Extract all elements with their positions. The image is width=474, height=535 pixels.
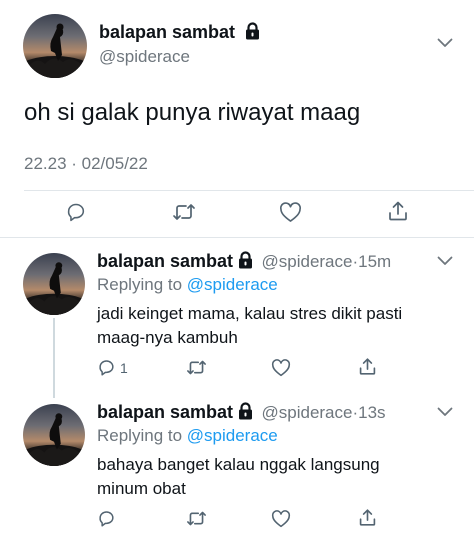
author-name[interactable]: balapan sambat bbox=[99, 22, 261, 43]
reply-icon bbox=[65, 201, 87, 223]
retweet-icon bbox=[186, 358, 207, 377]
author-name[interactable]: balapan sambat bbox=[97, 251, 233, 271]
replying-to: Replying to @spiderace bbox=[97, 275, 278, 294]
reply-count: 1 bbox=[120, 359, 128, 376]
reply-button[interactable]: 1 bbox=[97, 358, 128, 377]
thread-line bbox=[53, 318, 55, 398]
reply-text: bahaya banget kalau nggak langsung minum… bbox=[97, 455, 380, 498]
share-button[interactable] bbox=[358, 508, 377, 527]
author-name[interactable]: balapan sambat bbox=[97, 402, 233, 422]
reply-time[interactable]: 13s bbox=[358, 403, 385, 422]
replying-to-handle[interactable]: @spiderace bbox=[187, 426, 278, 445]
like-button[interactable] bbox=[271, 359, 291, 377]
share-icon bbox=[358, 508, 377, 527]
like-button[interactable] bbox=[279, 202, 302, 223]
like-button[interactable] bbox=[271, 510, 291, 528]
reply-header: balapan sambat @spiderace·13s bbox=[97, 402, 386, 423]
avatar[interactable] bbox=[23, 14, 87, 78]
chevron-down-icon[interactable] bbox=[437, 38, 453, 48]
tweet-text: oh si galak punya riwayat maag bbox=[24, 99, 361, 126]
replying-to-handle[interactable]: @spiderace bbox=[187, 275, 278, 294]
divider bbox=[0, 237, 474, 238]
chevron-down-icon[interactable] bbox=[437, 256, 453, 266]
lock-icon bbox=[237, 402, 254, 420]
reply-icon bbox=[97, 509, 116, 528]
retweet-icon bbox=[172, 201, 196, 223]
retweet-button[interactable] bbox=[186, 358, 207, 377]
tweet-timestamp[interactable]: 22.23 · 02/05/22 bbox=[24, 154, 148, 174]
retweet-button[interactable] bbox=[186, 509, 207, 528]
author-handle[interactable]: @spiderace bbox=[99, 47, 190, 67]
avatar[interactable] bbox=[23, 404, 85, 466]
like-icon bbox=[271, 359, 291, 377]
reply-time[interactable]: 15m bbox=[358, 252, 391, 271]
retweet-button[interactable] bbox=[172, 201, 196, 223]
share-button[interactable] bbox=[387, 200, 409, 222]
reply-icon bbox=[97, 358, 116, 377]
share-icon bbox=[387, 200, 409, 222]
reply-button[interactable] bbox=[65, 201, 87, 223]
share-icon bbox=[358, 357, 377, 376]
reply-text: jadi keinget mama, kalau stres dikit pas… bbox=[97, 304, 403, 347]
like-icon bbox=[271, 510, 291, 528]
divider bbox=[24, 190, 474, 191]
chevron-down-icon[interactable] bbox=[437, 407, 453, 417]
reply-button[interactable] bbox=[97, 509, 116, 528]
like-icon bbox=[279, 202, 302, 223]
retweet-icon bbox=[186, 509, 207, 528]
author-handle[interactable]: @spiderace bbox=[262, 403, 353, 422]
lock-icon bbox=[237, 251, 254, 269]
reply-header: balapan sambat @spiderace·15m bbox=[97, 251, 391, 272]
share-button[interactable] bbox=[358, 357, 377, 376]
author-handle[interactable]: @spiderace bbox=[262, 252, 353, 271]
replying-to: Replying to @spiderace bbox=[97, 426, 278, 445]
avatar[interactable] bbox=[23, 253, 85, 315]
lock-icon bbox=[244, 22, 261, 40]
